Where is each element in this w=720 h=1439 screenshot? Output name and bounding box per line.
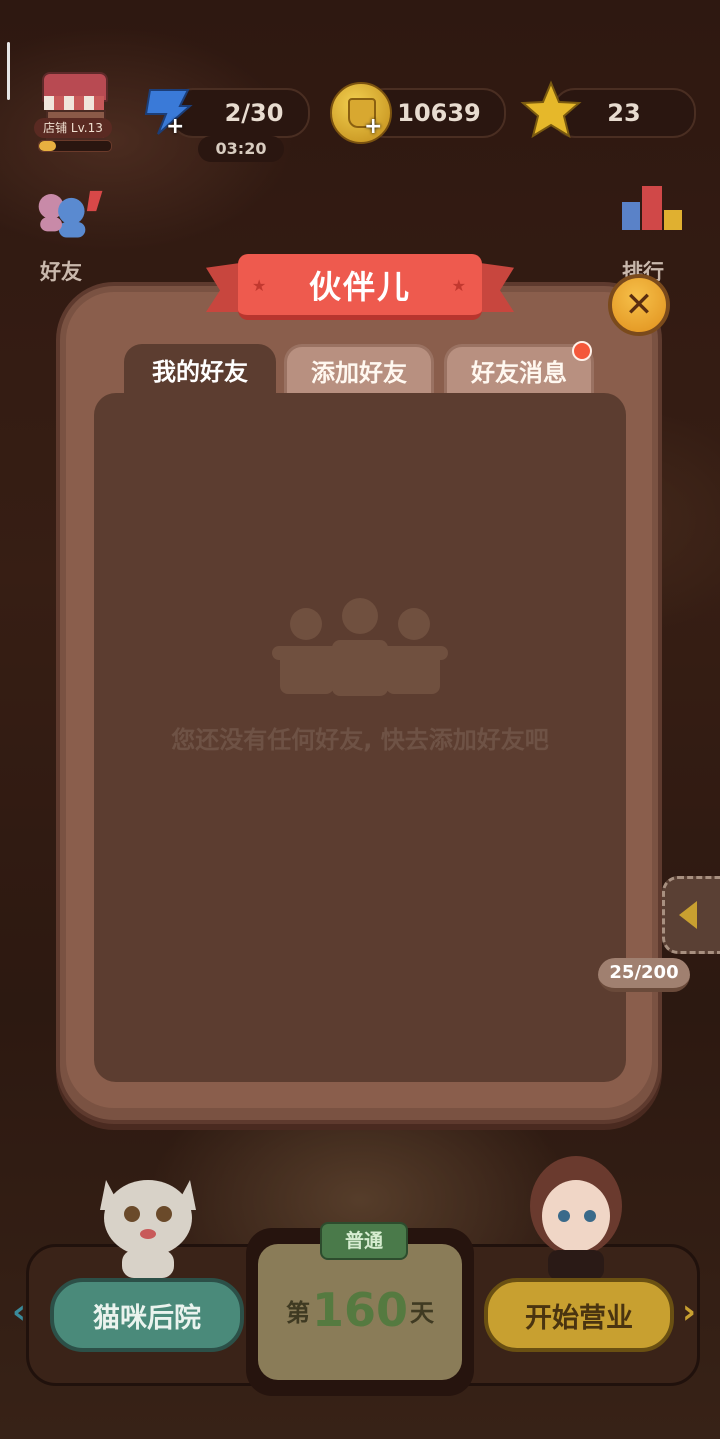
tab-my-friends[interactable]: 我的好友 (124, 344, 276, 394)
add-energy-icon[interactable]: + (166, 116, 184, 138)
shop-progress-fill (39, 141, 57, 151)
cat-mascot-icon (100, 1180, 196, 1278)
next-arrow-icon[interactable]: › (682, 1292, 696, 1332)
tab-label: 添加好友 (311, 359, 407, 387)
energy-timer: 03:20 (198, 136, 284, 162)
side-expand-tab[interactable] (662, 876, 720, 954)
add-coins-icon[interactable]: + (364, 116, 382, 138)
ribbon-star-icon: ★ (451, 276, 468, 295)
tab-add-friends[interactable]: 添加好友 (284, 344, 434, 394)
friends-icon[interactable] (34, 185, 104, 245)
energy-value: 2/30 (224, 99, 284, 127)
status-indicator (7, 42, 10, 100)
day-counter: 第 160 天 (258, 1278, 462, 1342)
tab-label: 好友消息 (471, 359, 567, 387)
tab-label: 我的好友 (152, 357, 248, 386)
cat-backyard-button[interactable]: 猫咪后院 (50, 1278, 244, 1352)
shop-level-label: 店铺 Lv.13 (34, 118, 112, 138)
prev-arrow-icon[interactable]: ‹ (12, 1292, 26, 1332)
dialog-title: 伙伴儿 (308, 267, 411, 306)
shop-level-button[interactable]: 店铺 Lv.13 (32, 70, 116, 154)
shop-awning-icon (44, 96, 104, 110)
star-icon (520, 80, 582, 139)
coin-icon (330, 82, 392, 144)
friend-count-badge: 25/200 (598, 958, 690, 992)
coin-value: 10639 (397, 99, 481, 127)
shopkeeper-girl-icon (530, 1156, 622, 1280)
dialog-title-ribbon: ★ 伙伴儿 ★ (238, 254, 482, 320)
empty-state-message: 您还没有任何好友, 快去添加好友吧 (171, 726, 549, 754)
ranking-icon[interactable] (618, 176, 684, 246)
start-business-button[interactable]: 开始营业 (484, 1278, 674, 1352)
friends-side-label: 好友 (40, 260, 82, 284)
mode-tag: 普通 (320, 1222, 408, 1260)
close-icon: ✕ (624, 285, 654, 325)
day-prefix: 第 (285, 1298, 310, 1327)
day-number: 160 (311, 1283, 409, 1337)
star-value: 23 (607, 99, 641, 127)
shop-progress-bar (38, 140, 112, 152)
ribbon-star-icon: ★ (252, 276, 269, 295)
close-button[interactable]: ✕ (608, 274, 670, 336)
group-icon (272, 598, 448, 696)
notification-badge (572, 341, 592, 361)
day-suffix: 天 (410, 1298, 435, 1327)
